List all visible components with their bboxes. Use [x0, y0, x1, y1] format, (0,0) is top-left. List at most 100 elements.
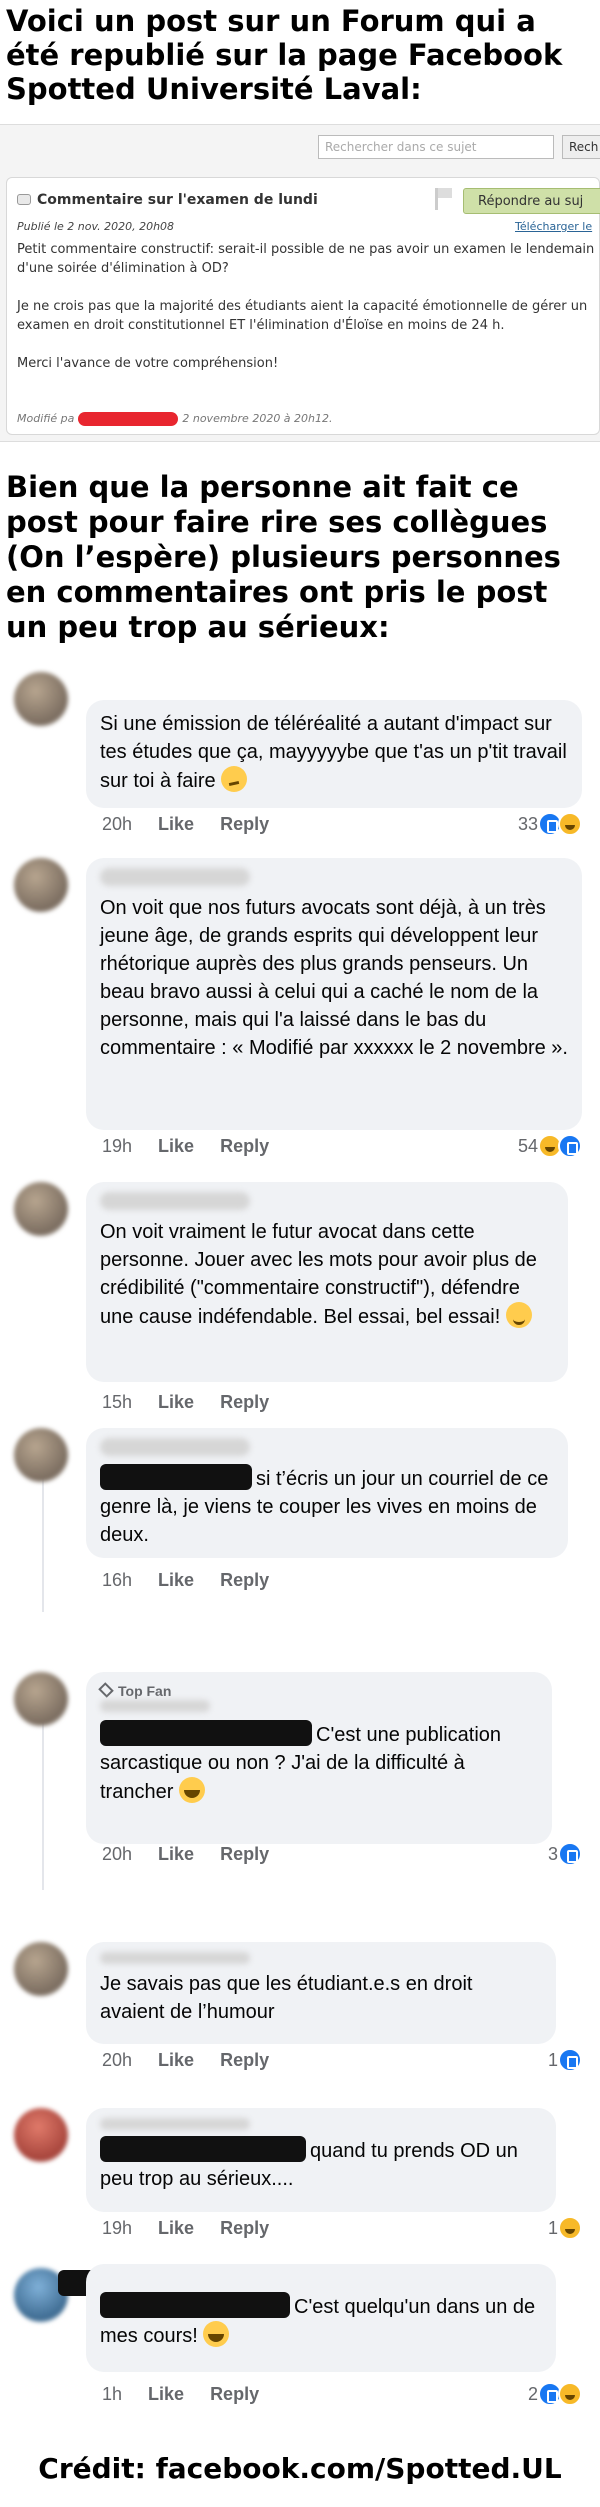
forum-modified-note: Modifié pa 2 novembre 2020 à 20h12.: [17, 412, 333, 426]
reply-button[interactable]: Reply: [220, 2050, 269, 2070]
credit-footer: Crédit: facebook.com/Spotted.UL: [38, 2452, 562, 2485]
redaction-mark: [100, 2292, 290, 2318]
forum-post-paragraph: Merci l'avance de votre compréhension!: [17, 356, 279, 371]
like-button[interactable]: Like: [158, 2218, 194, 2238]
comment-text: Je savais pas que les étudiant.e.s en dr…: [100, 1973, 473, 2023]
comment-bubble: si t’écris un jour un courriel de ce gen…: [86, 1428, 568, 1558]
like-reaction-icon: [558, 1842, 582, 1866]
comment-bubble: On voit que nos futurs avocats sont déjà…: [86, 858, 582, 1130]
avatar[interactable]: [14, 1672, 68, 1726]
avatar[interactable]: [14, 1182, 68, 1236]
comment-actions: 19h Like Reply: [102, 1136, 295, 1157]
comment-time: 16h: [102, 1570, 133, 1590]
blurred-author-name: [100, 1700, 210, 1712]
like-reaction-icon: [558, 2048, 582, 2072]
reaction-summary[interactable]: 1: [548, 2047, 582, 2073]
blurred-author-name: [100, 868, 250, 886]
avatar[interactable]: [14, 672, 68, 726]
top-fan-badge: Top Fan: [98, 1682, 538, 1700]
flag-icon[interactable]: [435, 188, 453, 210]
comment-actions: 20h Like Reply: [102, 814, 295, 835]
modified-date: 2 novembre 2020 à 20h12.: [182, 412, 333, 425]
comment-text: On voit que nos futurs avocats sont déjà…: [100, 897, 568, 1059]
forum-reply-button[interactable]: Répondre au suj: [463, 188, 600, 214]
reply-button[interactable]: Reply: [210, 2384, 259, 2404]
blurred-author-name: [100, 1192, 250, 1210]
comment-bubble: On voit vraiment le futur avocat dans ce…: [86, 1182, 568, 1382]
like-button[interactable]: Like: [158, 1392, 194, 1412]
comment-actions: 15h Like Reply: [102, 1392, 295, 1413]
forum-download-link[interactable]: Télécharger le: [515, 220, 592, 233]
forum-post-panel: Commentaire sur l'examen de lundi Répond…: [6, 177, 600, 435]
reaction-summary[interactable]: 1: [548, 2215, 582, 2241]
laughing-face-icon: [178, 1777, 205, 1803]
haha-reaction-icon: [558, 812, 582, 836]
reply-button[interactable]: Reply: [220, 1136, 269, 1156]
reaction-summary[interactable]: 54: [518, 1133, 582, 1159]
avatar[interactable]: [14, 858, 68, 912]
comment-actions: 1h Like Reply: [102, 2384, 285, 2405]
laughing-face-icon: [203, 2321, 230, 2347]
reaction-count: 33: [517, 813, 538, 834]
context-headline: Bien que la personne ait fait ce post po…: [6, 470, 561, 644]
reaction-summary[interactable]: 33: [518, 811, 582, 837]
reaction-count: 1: [547, 2049, 558, 2070]
reply-button[interactable]: Reply: [220, 1570, 269, 1590]
forum-search-input[interactable]: Rechercher dans ce sujet: [318, 135, 554, 159]
comment-time: 20h: [102, 1844, 133, 1864]
avatar[interactable]: [14, 2108, 68, 2162]
forum-screenshot: Rechercher dans ce sujet Rech Commentair…: [0, 124, 600, 442]
avatar[interactable]: [14, 1428, 68, 1482]
comment-text: On voit vraiment le futur avocat dans ce…: [100, 1221, 537, 1328]
comment-time: 15h: [102, 1392, 133, 1412]
reply-button[interactable]: Reply: [220, 1844, 269, 1864]
reaction-count: 2: [527, 2383, 538, 2404]
like-reaction-icon: [558, 1134, 582, 1158]
comment-bubble: quand tu prends OD un peu trop au sérieu…: [86, 2108, 556, 2212]
haha-reaction-icon: [558, 2382, 582, 2406]
blurred-author-name: [100, 2118, 250, 2130]
blurred-author-name: [100, 1952, 250, 1964]
reply-button[interactable]: Reply: [220, 1392, 269, 1412]
diamond-icon: [98, 1682, 114, 1698]
forum-post-body: Petit commentaire constructif: serait-il…: [17, 240, 597, 392]
reaction-count: 54: [517, 1135, 538, 1156]
reaction-summary[interactable]: 3: [548, 1841, 582, 1867]
redaction-mark: [100, 1464, 252, 1490]
comment-actions: 20h Like Reply: [102, 2050, 295, 2071]
like-button[interactable]: Like: [158, 1136, 194, 1156]
comment-actions: 20h Like Reply: [102, 1844, 295, 1865]
comment-time: 20h: [102, 814, 133, 834]
redaction-mark: [100, 2136, 306, 2162]
avatar[interactable]: [14, 1942, 68, 1996]
reply-button[interactable]: Reply: [220, 2218, 269, 2238]
reply-thread-line: [42, 1720, 44, 1890]
reply-button[interactable]: Reply: [220, 814, 269, 834]
like-button[interactable]: Like: [158, 1844, 194, 1864]
forum-search-button[interactable]: Rech: [562, 135, 600, 159]
comment-bubble: Top Fan C'est une publication sarcastiqu…: [86, 1672, 552, 1844]
redaction-mark: [100, 1720, 312, 1746]
like-button[interactable]: Like: [158, 814, 194, 834]
forum-post-paragraph: Je ne crois pas que la majorité des étud…: [17, 299, 588, 333]
like-button[interactable]: Like: [148, 2384, 184, 2404]
reaction-count: 1: [547, 2217, 558, 2238]
comment-time: 20h: [102, 2050, 133, 2070]
comment-time: 19h: [102, 2218, 133, 2238]
reaction-count: 3: [547, 1843, 558, 1864]
comment-text: Si une émission de téléréalité a autant …: [100, 713, 567, 792]
comment-actions: 19h Like Reply: [102, 2218, 295, 2239]
comment-bubble: Je savais pas que les étudiant.e.s en dr…: [86, 1942, 556, 2044]
blurred-author-name: [100, 1438, 250, 1456]
reply-thread-line: [42, 1476, 44, 1612]
like-button[interactable]: Like: [158, 1570, 194, 1590]
comment-time: 19h: [102, 1136, 133, 1156]
sweat-smile-icon: [505, 1302, 532, 1328]
like-button[interactable]: Like: [158, 2050, 194, 2070]
reaction-summary[interactable]: 2: [528, 2381, 582, 2407]
forum-post-title-text: Commentaire sur l'examen de lundi: [37, 192, 318, 208]
intro-headline: Voici un post sur un Forum qui a été rep…: [6, 4, 563, 106]
forum-post-title: Commentaire sur l'examen de lundi: [17, 192, 318, 208]
comment-bubble: Si une émission de téléréalité a autant …: [86, 700, 582, 808]
forum-post-date: Publié le 2 nov. 2020, 20h08: [17, 220, 175, 233]
